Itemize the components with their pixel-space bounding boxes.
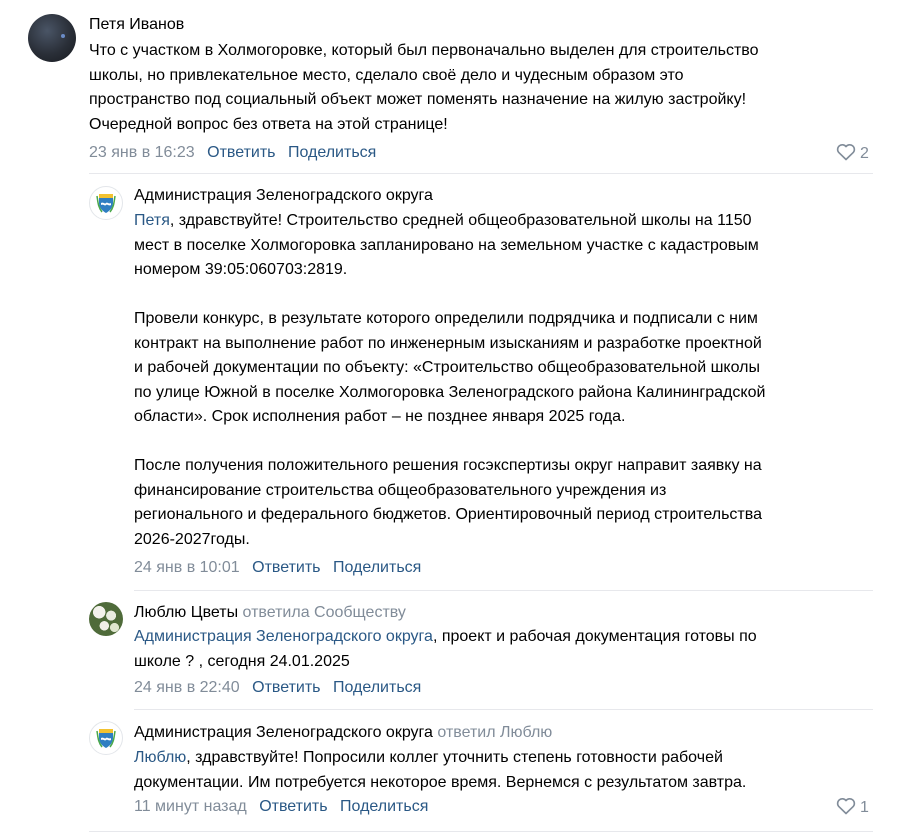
comment-text: Люблю, здравствуйте! Попросили коллег ут… <box>134 749 747 791</box>
heart-outline-icon <box>836 798 856 815</box>
comment-text: Что с участком в Холмогоровке, который б… <box>89 42 759 133</box>
author-name[interactable]: Администрация Зеленоградского округа <box>134 724 433 741</box>
coat-of-arms-icon <box>96 729 116 748</box>
comment-date[interactable]: 23 янв в 16:23 <box>89 144 195 161</box>
like-count: 2 <box>860 145 869 162</box>
comment-date[interactable]: 11 минут назад <box>134 798 247 815</box>
comment-author[interactable]: Администрация Зеленоградского округа <box>134 186 433 206</box>
divider <box>134 590 873 591</box>
replied-to[interactable]: ответил Люблю <box>437 724 552 741</box>
comment-author[interactable]: Администрация Зеленоградского округа отв… <box>134 723 552 743</box>
reply-button[interactable]: Ответить <box>252 679 320 696</box>
mention-link[interactable]: Администрация Зеленоградского округа <box>134 628 433 645</box>
comment-text: Администрация Зеленоградского округа, пр… <box>134 628 757 670</box>
avatar[interactable] <box>89 602 123 636</box>
divider <box>89 173 873 174</box>
share-button[interactable]: Поделиться <box>333 679 421 696</box>
reply-button[interactable]: Ответить <box>259 798 327 815</box>
mention-link[interactable]: Люблю <box>134 749 186 766</box>
coat-of-arms-icon <box>96 194 116 213</box>
heart-outline-icon <box>836 144 856 161</box>
like-count: 1 <box>860 799 869 816</box>
share-button[interactable]: Поделиться <box>340 798 428 815</box>
author-name[interactable]: Петя Иванов <box>89 16 184 33</box>
reply-button[interactable]: Ответить <box>252 559 320 576</box>
reply-button[interactable]: Ответить <box>207 144 275 161</box>
comment-text: Петя, здравствуйте! Строительство средне… <box>134 212 766 548</box>
share-button[interactable]: Поделиться <box>333 559 421 576</box>
comment-meta: 23 янв в 16:23 Ответить Поделиться <box>89 143 376 163</box>
avatar[interactable] <box>28 14 76 62</box>
comment-author[interactable]: Люблю Цветы ответила Сообществу <box>134 603 406 623</box>
divider <box>89 831 873 832</box>
author-name[interactable]: Люблю Цветы <box>134 604 238 621</box>
comment-meta: 11 минут назад Ответить Поделиться <box>134 797 428 817</box>
divider <box>134 709 873 710</box>
avatar[interactable] <box>89 186 123 220</box>
comment-date[interactable]: 24 янв в 22:40 <box>134 679 240 696</box>
avatar[interactable] <box>89 721 123 755</box>
comment-meta: 24 янв в 22:40 Ответить Поделиться <box>134 678 421 698</box>
author-name[interactable]: Администрация Зеленоградского округа <box>134 187 433 204</box>
like-button[interactable]: 1 <box>836 797 869 818</box>
comment-date[interactable]: 24 янв в 10:01 <box>134 559 240 576</box>
mention-link[interactable]: Петя <box>134 212 170 229</box>
like-button[interactable]: 2 <box>836 143 869 164</box>
replied-to[interactable]: ответила Сообществу <box>243 604 406 621</box>
comment-author[interactable]: Петя Иванов <box>89 15 184 35</box>
comment-meta: 24 янв в 10:01 Ответить Поделиться <box>134 558 421 578</box>
share-button[interactable]: Поделиться <box>288 144 376 161</box>
